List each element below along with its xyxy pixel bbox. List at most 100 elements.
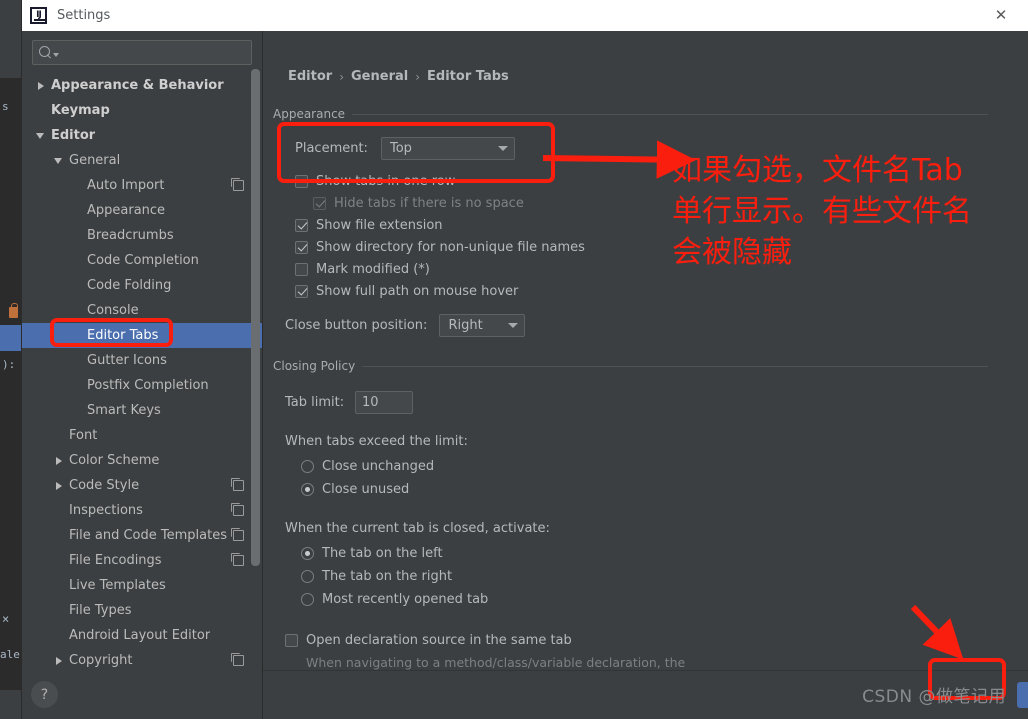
sidebar-scrollbar-thumb[interactable] (251, 69, 260, 566)
sidebar-item-label: Color Scheme (69, 453, 160, 468)
sidebar-item-auto-import[interactable]: Auto Import (22, 173, 262, 198)
chevron-down-icon[interactable] (54, 156, 64, 166)
checkbox-row[interactable]: Mark modified (*) (295, 258, 988, 280)
sidebar-item-label: File and Code Templates (69, 528, 227, 543)
sidebar-item-label: Editor Tabs (87, 328, 159, 343)
checkbox-show-tabs-in-one-row[interactable] (295, 174, 308, 188)
settings-tree: Appearance & Behavior Keymap Editor General… (22, 69, 262, 689)
radio-close-unused[interactable] (301, 483, 314, 496)
close-icon[interactable]: ✕ (988, 3, 1014, 29)
chevron-down-icon (508, 323, 519, 328)
radio-the-tab-on-the-left[interactable] (301, 547, 314, 560)
sidebar-item-code-completion[interactable]: Code Completion (22, 248, 262, 273)
sidebar-item-keymap[interactable]: Keymap (22, 98, 262, 123)
checkbox-show-file-extension[interactable] (295, 218, 308, 232)
dialog-title: Settings (57, 8, 111, 23)
sidebar-item-file-encodings[interactable]: File Encodings (22, 548, 262, 573)
radio-most-recently-opened-tab[interactable] (301, 593, 314, 606)
placement-dropdown[interactable]: Top (381, 137, 515, 160)
tab-limit-input[interactable]: 10 (355, 391, 413, 414)
open-declaration-row[interactable]: Open declaration source in the same tab (285, 629, 988, 651)
settings-dialog: IJ Settings ✕ Appearance & Behavior Keyma… (22, 0, 1028, 719)
radio-the-tab-on-the-right[interactable] (301, 570, 314, 583)
checkbox-mark-modified[interactable] (295, 262, 308, 276)
settings-sidebar: Appearance & Behavior Keymap Editor General… (22, 31, 263, 719)
tab-limit-row: Tab limit: 10 (285, 391, 988, 414)
checkbox-show-full-path-on-mouse-hover[interactable] (295, 284, 308, 298)
sidebar-item-postfix-completion[interactable]: Postfix Completion (22, 373, 262, 398)
sidebar-item-breadcrumbs[interactable]: Breadcrumbs (22, 223, 262, 248)
sidebar-item-smart-keys[interactable]: Smart Keys (22, 398, 262, 423)
closing-policy-group-header: Closing Policy (273, 359, 988, 373)
sidebar-item-gutter-icons[interactable]: Gutter Icons (22, 348, 262, 373)
checkbox-show-directory-for-non-unique-file-names[interactable] (295, 240, 308, 254)
copy-icon (230, 552, 244, 566)
copy-icon (230, 177, 244, 191)
radio-row[interactable]: Most recently opened tab (301, 588, 988, 611)
open-declaration-label: Open declaration source in the same tab (306, 632, 572, 648)
sidebar-item-console[interactable]: Console (22, 298, 262, 323)
chevron-right-icon[interactable] (36, 81, 46, 91)
search-wrapper (22, 31, 262, 69)
sidebar-item-file-types[interactable]: File Types (22, 598, 262, 623)
sidebar-item-label: Postfix Completion (87, 378, 209, 393)
radio-row[interactable]: Close unchanged (301, 455, 988, 478)
activate-radio-group: The tab on the left The tab on the right M… (301, 542, 988, 611)
sidebar-item-file-and-code-templates[interactable]: File and Code Templates (22, 523, 262, 548)
dialog-body: Appearance & Behavior Keymap Editor General… (22, 31, 1028, 719)
sidebar-item-label: Smart Keys (87, 403, 161, 418)
checkbox-row[interactable]: Show full path on mouse hover (295, 280, 988, 302)
sidebar-item-editor[interactable]: Editor (22, 123, 262, 148)
sidebar-item-editor-tabs[interactable]: Editor Tabs (22, 323, 262, 348)
chevron-down-icon (498, 146, 508, 151)
chevron-right-icon[interactable] (54, 656, 64, 666)
radio-close-unchanged[interactable] (301, 460, 314, 473)
sidebar-item-general[interactable]: General (22, 148, 262, 173)
sidebar-item-android-layout-editor[interactable]: Android Layout Editor (22, 623, 262, 648)
sidebar-item-code-style[interactable]: Code Style (22, 473, 262, 498)
sidebar-item-appearance[interactable]: Appearance (22, 198, 262, 223)
sidebar-item-label: Code Style (69, 478, 140, 493)
lock-icon (9, 303, 18, 318)
sidebar-item-font[interactable]: Font (22, 423, 262, 448)
closing-policy-group-title: Closing Policy (273, 359, 356, 373)
close-button-position-dropdown[interactable]: Right (439, 314, 526, 337)
sidebar-item-label: General (69, 153, 121, 168)
sidebar-item-code-folding[interactable]: Code Folding (22, 273, 262, 298)
radio-row[interactable]: The tab on the right (301, 565, 988, 588)
open-declaration-checkbox[interactable] (285, 633, 298, 647)
radio-row[interactable]: The tab on the left (301, 542, 988, 565)
search-input[interactable] (59, 45, 245, 60)
radio-row[interactable]: Close unused (301, 478, 988, 501)
chevron-down-icon[interactable] (36, 131, 46, 141)
sidebar-item-label: Auto Import (87, 178, 165, 193)
ok-button[interactable]: OK (1017, 682, 1028, 708)
chevron-right-icon[interactable] (54, 481, 64, 491)
sidebar-item-copyright[interactable]: Copyright (22, 648, 262, 673)
checkbox-row[interactable]: Show tabs in one row (295, 170, 988, 192)
backdrop-token-x: × (2, 612, 10, 626)
sidebar-item-color-scheme[interactable]: Color Scheme (22, 448, 262, 473)
checkbox-row[interactable]: Show file extension (295, 214, 988, 236)
sidebar-item-appearance-behavior[interactable]: Appearance & Behavior (22, 73, 262, 98)
checkbox-row[interactable]: Show directory for non-unique file names (295, 236, 988, 258)
sidebar-item-inspections[interactable]: Inspections (22, 498, 262, 523)
checkbox-label: Show full path on mouse hover (316, 283, 519, 299)
radio-label: Most recently opened tab (322, 592, 489, 607)
breadcrumb: Editor › General › Editor Tabs (288, 69, 509, 84)
help-button[interactable]: ? (31, 681, 58, 708)
sidebar-item-label: Keymap (51, 103, 110, 118)
sidebar-item-live-templates[interactable]: Live Templates (22, 573, 262, 598)
chevron-right-icon[interactable] (54, 456, 64, 466)
search-box[interactable] (32, 40, 252, 65)
sidebar-item-label: Editor (51, 128, 96, 143)
